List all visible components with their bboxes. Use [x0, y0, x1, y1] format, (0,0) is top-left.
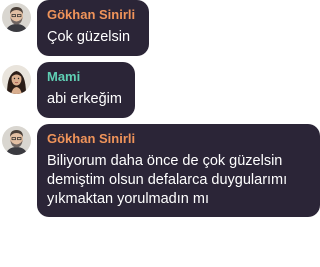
sender-name[interactable]: Mami [47, 69, 125, 85]
message-text: Biliyorum daha önce de çok güzelsin demi… [47, 153, 288, 207]
message-bubble: Gökhan Sinirli Biliyorum daha önce de ço… [37, 124, 320, 217]
sender-avatar[interactable] [2, 65, 31, 94]
message-text: Çok güzelsin [47, 29, 131, 45]
sender-name[interactable]: Gökhan Sinirli [47, 131, 310, 147]
message-text: abi erkeğim [47, 91, 122, 107]
chat-thread: Gökhan Sinirli Çok güzelsin Mami abi erk… [0, 0, 320, 267]
message-bubble: Gökhan Sinirli Çok güzelsin [37, 0, 149, 56]
sender-avatar[interactable] [2, 126, 31, 155]
message-bubble: Mami abi erkeğim [37, 62, 135, 118]
sender-avatar[interactable] [2, 3, 31, 32]
sender-name[interactable]: Gökhan Sinirli [47, 7, 139, 23]
